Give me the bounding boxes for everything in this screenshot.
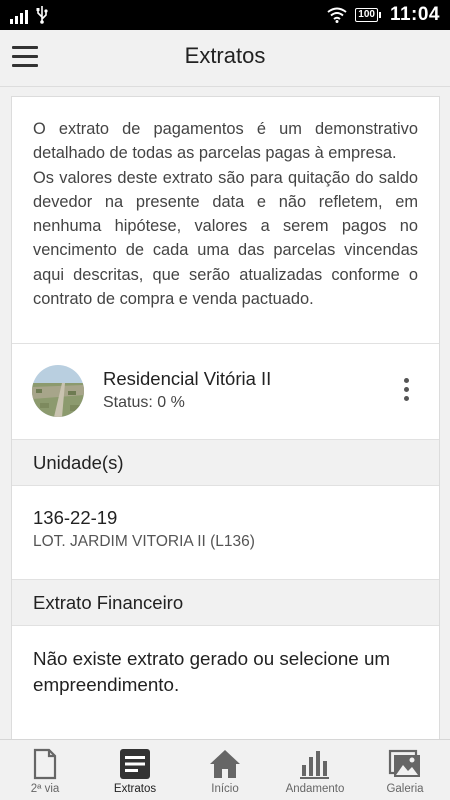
nav-item-2a-via[interactable]: 2ª via (0, 740, 90, 800)
project-status: Status: 0 % (103, 394, 185, 411)
usb-icon (36, 6, 48, 24)
nav-item-galeria[interactable]: Galeria (360, 740, 450, 800)
status-clock: 11:04 (389, 4, 440, 25)
nav-item-extratos[interactable]: Extratos (90, 740, 180, 800)
page-title: Extratos (184, 43, 266, 68)
battery-indicator: 100 (355, 8, 381, 22)
document-icon (33, 748, 57, 780)
bar-chart-icon (300, 751, 329, 779)
project-thumbnail (32, 365, 84, 417)
nav-label: Início (211, 783, 239, 795)
unit-name: LOT. JARDIM VITORIA II (L136) (33, 533, 255, 550)
app-bar: Extratos (0, 30, 450, 87)
nav-item-andamento[interactable]: Andamento (270, 740, 360, 800)
home-icon (210, 750, 240, 778)
nav-item-inicio[interactable]: Início (180, 740, 270, 800)
wifi-icon (327, 7, 347, 23)
units-section-header: Unidade(s) (12, 439, 439, 486)
empty-extract-message: Não existe extrato gerado ou selecione u… (33, 648, 391, 695)
more-vert-icon[interactable] (401, 378, 411, 406)
project-row[interactable]: Residencial Vitória II Status: 0 % (12, 344, 439, 439)
intro-paragraph-1: O extrato de pagamentos é um demonstrati… (33, 120, 418, 163)
intro-text: O extrato de pagamentos é um demonstrati… (12, 97, 439, 343)
intro-paragraph-2: Os valores deste extrato são para quitaç… (33, 168, 418, 309)
nav-label: Galeria (386, 783, 424, 795)
financial-section-header: Extrato Financeiro (12, 579, 439, 626)
unit-item[interactable]: 136-22-19 LOT. JARDIM VITORIA II (L136) (12, 486, 439, 579)
extract-card: O extrato de pagamentos é um demonstrati… (11, 96, 440, 742)
unit-code: 136-22-19 (33, 507, 118, 528)
signal-icon (10, 10, 28, 24)
status-bar: 100 11:04 (0, 0, 450, 30)
project-name: Residencial Vitória II (103, 368, 272, 389)
nav-label: 2ª via (30, 783, 60, 795)
nav-label: Andamento (285, 783, 345, 795)
bottom-navigation: 2ª via Extratos Início Andamento Galeria (0, 739, 450, 800)
nav-label: Extratos (113, 783, 157, 795)
list-document-icon (120, 749, 150, 779)
gallery-icon (388, 749, 420, 777)
